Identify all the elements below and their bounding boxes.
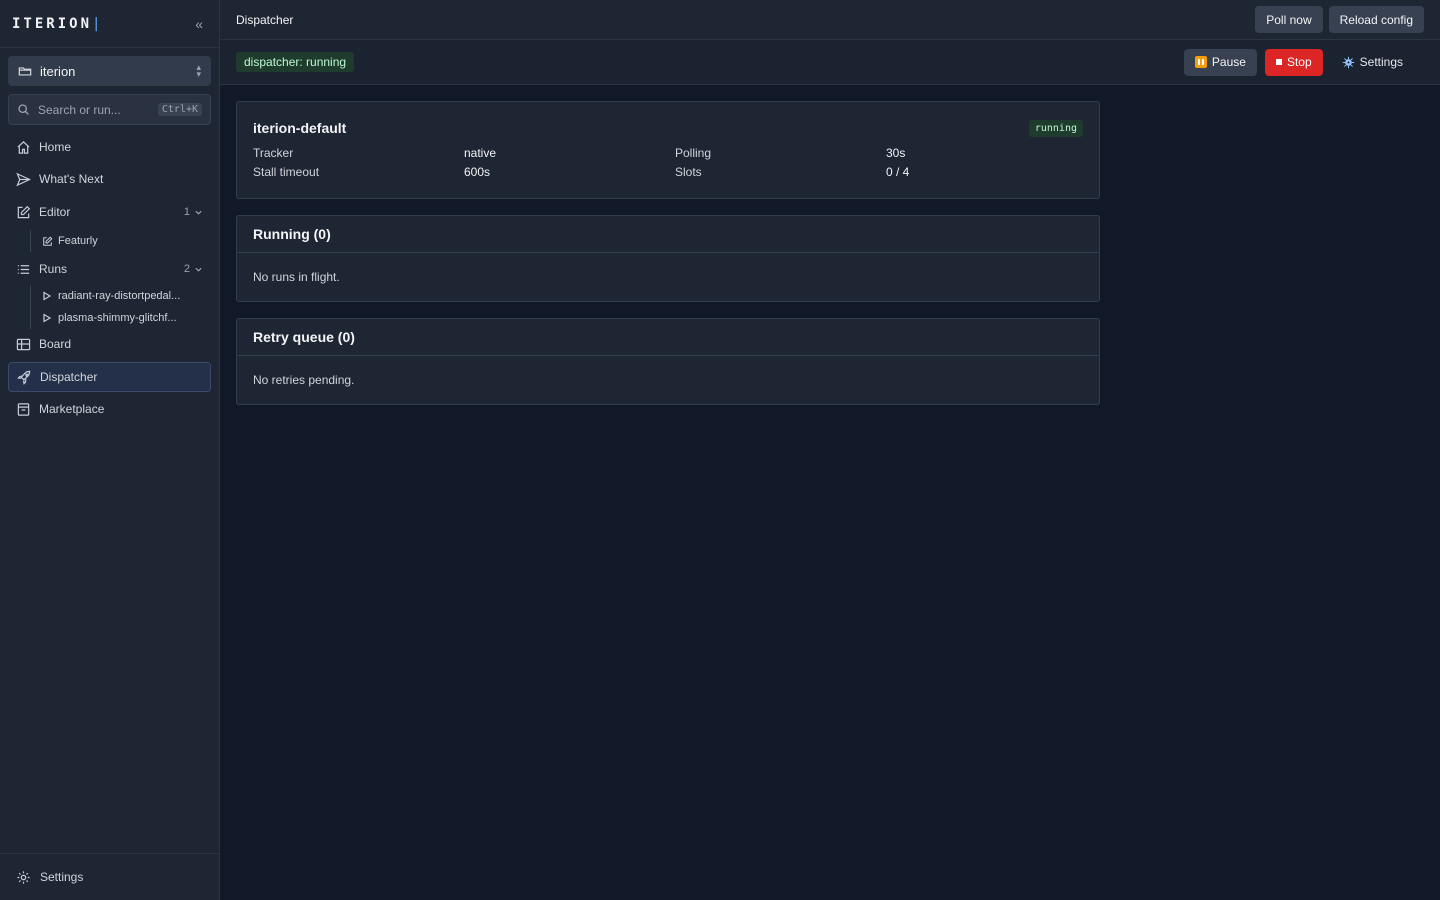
brand-name: ITERION [12, 15, 93, 32]
retry-queue-card: Retry queue (0) No retries pending. [236, 318, 1100, 405]
run-item[interactable]: radiant-ray-distortpedal... [31, 285, 180, 307]
project-name: iterion [40, 63, 76, 79]
sidebar-item-label: Editor [39, 205, 71, 219]
sidebar-item-whats-next[interactable]: What's Next [8, 164, 211, 194]
list-icon [16, 262, 31, 277]
pause-label: Pause [1211, 55, 1246, 69]
rocket-icon [17, 370, 32, 385]
run-item[interactable]: plasma-shimmy-glitchf... [31, 307, 180, 329]
chevron-down-icon [195, 267, 202, 272]
dispatcher-toolbar: dispatcher: running Pause Stop Settings [220, 40, 1440, 85]
config-status-badge: running [1028, 120, 1083, 137]
project-select[interactable]: iterion ▴ ▾ [8, 56, 211, 86]
topbar-actions: Poll now Reload config [1255, 6, 1424, 33]
editor-child-featurly[interactable]: Featurly [31, 230, 98, 252]
folder-icon [18, 64, 32, 78]
config-details: Tracker native Polling 30s Stall timeout… [253, 146, 1083, 179]
sidebar-item-label: Board [39, 337, 72, 351]
dispatcher-settings-label: Settings [1359, 55, 1403, 69]
search-icon [17, 103, 30, 116]
config-title: iterion-default [253, 120, 347, 136]
editor-count: 1 [184, 206, 203, 218]
edit-icon [42, 236, 53, 247]
config-card: iterion-default running Tracker native P… [236, 101, 1100, 199]
search-shortcut: Ctrl+K [157, 103, 202, 116]
dispatcher-settings-button[interactable]: Settings [1331, 49, 1414, 76]
brand-logo[interactable]: ITERION| [12, 16, 100, 32]
editor-children: Featurly [30, 230, 98, 252]
detail-value: 30s [886, 146, 906, 160]
pause-button[interactable]: Pause [1183, 48, 1257, 76]
toolbar-actions: Pause Stop Settings [1183, 48, 1414, 76]
editor-child-label: Featurly [58, 235, 98, 247]
sidebar-item-runs[interactable]: Runs 2 [8, 254, 211, 284]
play-icon [42, 290, 53, 302]
gear-icon [16, 870, 31, 885]
stop-button[interactable]: Stop [1264, 48, 1323, 76]
sidebar-item-home[interactable]: Home [8, 132, 211, 162]
detail-key: Tracker [253, 146, 294, 160]
sidebar-settings[interactable]: Settings [0, 853, 219, 900]
chevron-up-down-icon: ▴ ▾ [196, 62, 201, 79]
detail-value: 0 / 4 [886, 165, 910, 179]
collapse-sidebar-icon[interactable]: « [191, 14, 207, 34]
stop-icon [1275, 59, 1282, 65]
retry-queue-title: Retry queue (0) [237, 319, 1099, 356]
sidebar-settings-label: Settings [40, 870, 84, 884]
pause-icon [1194, 56, 1207, 68]
run-item-label: plasma-shimmy-glitchf... [58, 312, 177, 324]
brand-cursor: | [92, 15, 101, 32]
running-card: Running (0) No runs in flight. [236, 215, 1100, 302]
send-icon [16, 172, 31, 187]
sidebar-item-label: What's Next [39, 172, 104, 186]
running-title: Running (0) [237, 216, 1099, 253]
brand-row: ITERION| « [0, 0, 219, 48]
search-input[interactable] [38, 102, 148, 117]
sidebar-item-board[interactable]: Board [8, 329, 211, 359]
sidebar: ITERION| « iterion ▴▾ Ctrl+K Home What's… [0, 0, 220, 900]
chevron-down-icon [195, 210, 202, 215]
sidebar-item-label: Marketplace [39, 402, 105, 416]
detail-key: Polling [675, 146, 712, 160]
runs-children: radiant-ray-distortpedal... plasma-shimm… [30, 285, 180, 329]
sidebar-item-editor[interactable]: Editor 1 [8, 197, 211, 227]
page-title: Dispatcher [236, 12, 294, 27]
edit-icon [16, 205, 31, 220]
detail-value: native [464, 146, 497, 160]
stop-label: Stop [1286, 55, 1312, 69]
detail-value: 600s [464, 165, 491, 179]
play-icon [42, 312, 53, 324]
sidebar-item-dispatcher[interactable]: Dispatcher [8, 362, 211, 392]
reload-config-button[interactable]: Reload config [1328, 6, 1424, 33]
home-icon [16, 140, 31, 155]
sidebar-item-label: Home [39, 140, 72, 154]
dispatcher-status-badge: dispatcher: running [236, 52, 355, 72]
board-icon [16, 337, 31, 352]
sidebar-item-marketplace[interactable]: Marketplace [8, 394, 211, 424]
run-item-label: radiant-ray-distortpedal... [58, 290, 181, 302]
gear-icon [1342, 56, 1354, 68]
detail-key: Slots [675, 165, 702, 179]
retry-queue-empty-state: No retries pending. [253, 373, 355, 387]
running-empty-state: No runs in flight. [253, 270, 340, 284]
runs-count-value: 2 [183, 263, 190, 275]
topbar: Dispatcher Poll now Reload config [220, 0, 1440, 40]
editor-count-value: 1 [183, 206, 190, 218]
poll-now-button[interactable]: Poll now [1255, 6, 1323, 33]
store-icon [16, 402, 31, 417]
detail-key: Stall timeout [253, 165, 320, 179]
search-box[interactable]: Ctrl+K [8, 94, 211, 125]
sidebar-item-label: Dispatcher [40, 370, 98, 384]
runs-count: 2 [184, 263, 203, 275]
sidebar-item-label: Runs [39, 262, 68, 276]
